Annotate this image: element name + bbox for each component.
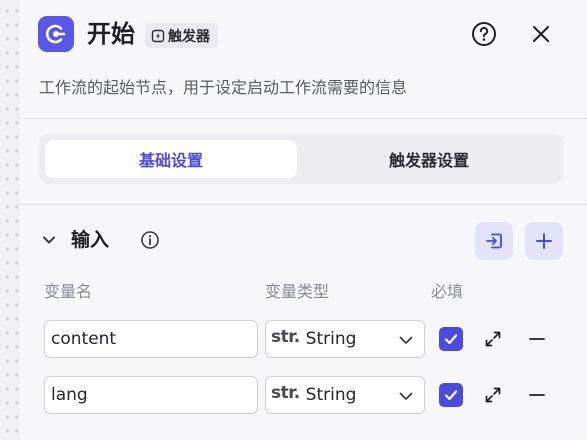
variable-row: str. String — [19, 376, 587, 414]
variable-type-label: String — [305, 385, 357, 405]
minus-icon[interactable] — [527, 385, 547, 405]
check-icon — [444, 334, 458, 345]
node-description: 工作流的起始节点，用于设定启动工作流需要的信息 — [39, 78, 408, 97]
variable-name-input[interactable] — [44, 320, 258, 358]
expand-icon[interactable] — [483, 385, 503, 405]
string-type-icon: str. — [271, 327, 300, 347]
chevron-down-icon — [399, 392, 413, 400]
variable-row: str. String — [19, 320, 587, 358]
required-checkbox[interactable] — [439, 327, 463, 351]
tab-trigger-settings[interactable]: 触发器设置 — [301, 140, 557, 178]
variable-type-select[interactable]: str. String — [265, 320, 425, 358]
start-node-icon — [38, 16, 74, 52]
settings-tabs: 基础设置 触发器设置 — [39, 134, 563, 184]
plus-icon — [536, 233, 552, 249]
column-header-type: 变量类型 — [265, 282, 330, 301]
import-icon — [486, 233, 502, 249]
node-settings-panel: 开始 触发器 工作流的起始节点，用于设定启动工作流需要的信息 基础设置 触发器设… — [18, 0, 587, 440]
tab-basic-settings[interactable]: 基础设置 — [45, 140, 297, 178]
help-icon — [472, 22, 496, 46]
minus-icon[interactable] — [527, 329, 547, 349]
trigger-badge: 触发器 — [145, 23, 218, 48]
panel-header: 开始 触发器 — [19, 0, 587, 68]
divider — [19, 204, 587, 205]
import-variables-button[interactable] — [475, 222, 513, 260]
close-icon — [533, 26, 549, 42]
variable-type-label: String — [305, 329, 357, 349]
add-variable-button[interactable] — [525, 222, 563, 260]
chevron-down-icon — [399, 336, 413, 344]
close-button[interactable] — [527, 20, 555, 48]
string-type-icon: str. — [271, 383, 300, 403]
required-checkbox[interactable] — [439, 383, 463, 407]
chevron-down-icon[interactable] — [39, 230, 59, 250]
trigger-icon — [151, 29, 165, 42]
expand-icon[interactable] — [483, 329, 503, 349]
trigger-badge-label: 触发器 — [168, 28, 210, 45]
check-icon — [444, 390, 458, 401]
info-icon[interactable] — [140, 230, 160, 250]
input-section-title: 输入 — [71, 229, 110, 251]
variable-name-input[interactable] — [44, 376, 258, 414]
column-header-required: 必填 — [431, 282, 464, 301]
variable-type-select[interactable]: str. String — [265, 376, 425, 414]
help-button[interactable] — [470, 20, 498, 48]
canvas-edge — [0, 0, 18, 440]
input-section-header: 输入 — [39, 222, 565, 260]
node-title: 开始 — [87, 20, 135, 48]
divider — [19, 118, 587, 119]
column-header-name: 变量名 — [44, 282, 93, 301]
